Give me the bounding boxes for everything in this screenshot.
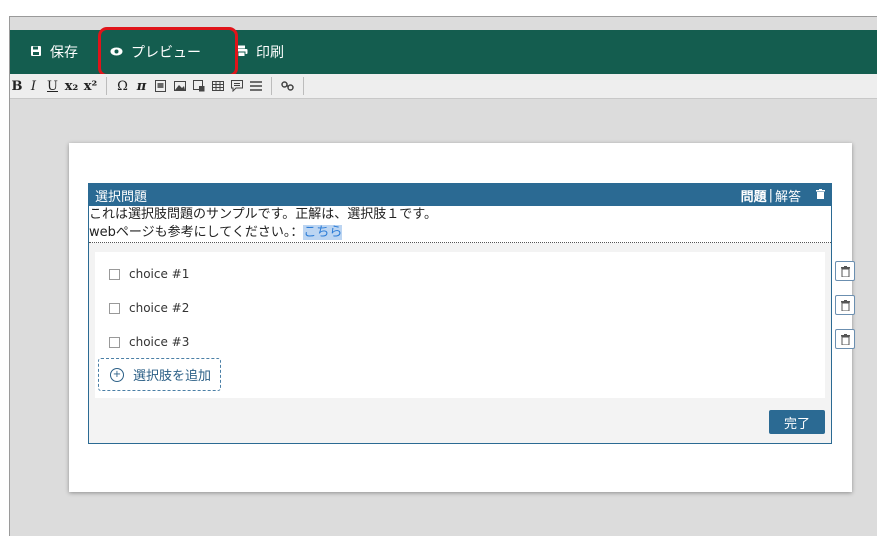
- format-toolbar: B I U x₂ x² Ω π: [10, 74, 877, 99]
- italic-button[interactable]: I: [24, 76, 43, 96]
- toolbar-divider: [271, 77, 272, 95]
- media-button[interactable]: [189, 76, 208, 96]
- superscript-label: x²: [83, 78, 98, 94]
- image-icon: [173, 81, 186, 91]
- italic-label: I: [30, 78, 37, 94]
- tab-separator: |: [768, 187, 773, 203]
- bold-button[interactable]: B: [10, 76, 24, 96]
- add-choice-button[interactable]: + 選択肢を追加: [98, 358, 221, 391]
- delete-choice-button[interactable]: [835, 295, 855, 315]
- save-label: 保存: [50, 45, 78, 61]
- choice-label: choice #3: [129, 335, 190, 349]
- comment-icon: [230, 80, 243, 92]
- choice-label: choice #2: [129, 301, 190, 315]
- eye-icon: [110, 45, 123, 59]
- special-char-button[interactable]: Ω: [113, 76, 132, 96]
- choice-list: choice #1 choice #2 choice #3 + 選択肢を追加: [95, 252, 825, 398]
- question-type-title: 選択問題: [95, 189, 148, 205]
- plus-circle-icon: +: [110, 367, 124, 382]
- choice-item[interactable]: choice #3: [109, 335, 189, 349]
- done-label: 完了: [783, 416, 810, 432]
- choice-item[interactable]: choice #1: [109, 267, 189, 281]
- add-choice-label: 選択肢を追加: [133, 369, 212, 384]
- equation-button[interactable]: π: [132, 76, 151, 96]
- tab-question[interactable]: 問題: [741, 186, 767, 205]
- save-icon: [30, 45, 42, 60]
- subscript-button[interactable]: x₂: [62, 76, 81, 96]
- underline-label: U: [47, 78, 58, 94]
- special-char-icon: Ω: [117, 78, 128, 94]
- pi-icon: π: [136, 78, 147, 94]
- horizontal-rule-button[interactable]: [246, 76, 265, 96]
- subscript-label: x₂: [64, 78, 79, 94]
- table-icon: [211, 81, 224, 91]
- link-button[interactable]: [278, 76, 297, 96]
- choice-item[interactable]: choice #2: [109, 301, 189, 315]
- trash-icon[interactable]: [816, 188, 825, 202]
- choice-checkbox[interactable]: [109, 268, 120, 280]
- underline-button[interactable]: U: [43, 76, 62, 96]
- document-page: 選択問題 問題 | 解答 これは選択肢問題のサンプルです。正解は、選択肢１です。…: [69, 143, 852, 492]
- done-button[interactable]: 完了: [769, 410, 825, 434]
- question-text-line2-prefix: webページも参考にしてください。：: [89, 225, 304, 240]
- table-button[interactable]: [208, 76, 227, 96]
- print-label: 印刷: [256, 45, 284, 61]
- save-button[interactable]: 保存: [20, 30, 88, 74]
- editor-frame: 保存 プレビュー 印刷 B I U x₂ x² Ω π 選択問題 問題 | 解答…: [9, 16, 877, 536]
- preview-label: プレビュー: [131, 45, 201, 61]
- reference-link[interactable]: こちら: [303, 225, 343, 240]
- media-icon: [192, 80, 204, 92]
- comment-button[interactable]: [227, 76, 246, 96]
- question-text-line2: webページも参考にしてください。：こちら: [89, 224, 831, 242]
- choice-label: choice #1: [129, 267, 190, 281]
- question-header: 選択問題 問題 | 解答: [89, 184, 831, 206]
- bold-label: B: [11, 78, 23, 94]
- delete-choice-button[interactable]: [835, 261, 855, 281]
- choice-checkbox[interactable]: [109, 302, 120, 314]
- toolbar-divider: [303, 77, 304, 95]
- image-button[interactable]: [170, 76, 189, 96]
- superscript-button[interactable]: x²: [81, 76, 100, 96]
- question-text-line1: これは選択肢問題のサンプルです。正解は、選択肢１です。: [89, 207, 438, 222]
- delete-choice-button[interactable]: [835, 329, 855, 349]
- trash-icon: [840, 333, 850, 345]
- printer-icon: [235, 45, 248, 60]
- question-tabs: 問題 | 解答: [741, 186, 801, 205]
- print-button[interactable]: 印刷: [225, 30, 294, 74]
- top-action-bar: 保存 プレビュー 印刷: [10, 27, 877, 77]
- preview-button[interactable]: プレビュー: [100, 30, 211, 74]
- question-text[interactable]: これは選択肢問題のサンプルです。正解は、選択肢１です。 webページも参考にして…: [89, 206, 831, 243]
- choice-question-block: 選択問題 問題 | 解答 これは選択肢問題のサンプルです。正解は、選択肢１です。…: [88, 183, 832, 444]
- image-gallery-button[interactable]: [151, 76, 170, 96]
- toolbar-divider: [106, 77, 107, 95]
- tab-answer[interactable]: 解答: [775, 186, 801, 205]
- image-gallery-icon: [155, 80, 166, 92]
- choice-checkbox[interactable]: [109, 336, 120, 348]
- trash-icon: [840, 299, 850, 311]
- horizontal-rule-icon: [249, 81, 262, 91]
- link-icon: [281, 81, 294, 91]
- trash-icon: [840, 265, 850, 277]
